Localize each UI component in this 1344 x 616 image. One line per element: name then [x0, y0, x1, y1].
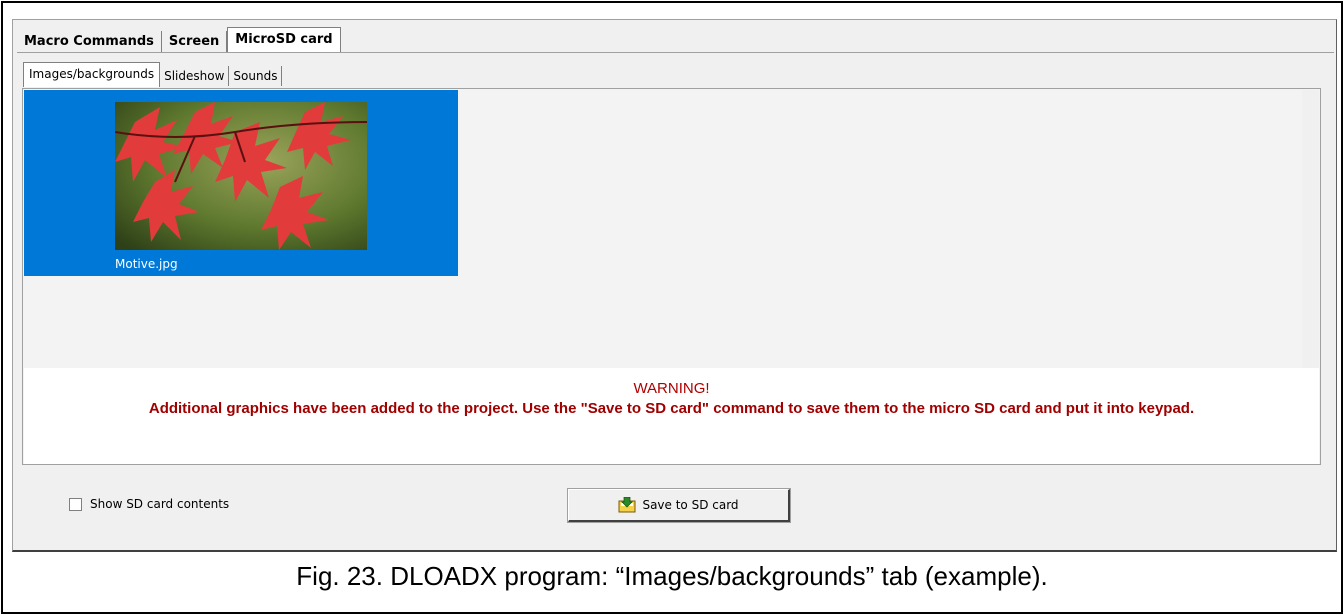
main-tab-bar: Macro Commands Screen MicroSD card [17, 27, 341, 53]
show-sd-contents-checkbox[interactable]: Show SD card contents [69, 497, 229, 511]
checkbox-label: Show SD card contents [90, 497, 230, 511]
image-thumbnail [115, 102, 367, 250]
warning-message: WARNING! Additional graphics have been a… [24, 368, 1319, 464]
tab-images-backgrounds[interactable]: Images/backgrounds [23, 62, 161, 87]
maple-leaves-picture [115, 102, 367, 250]
save-to-sd-icon [618, 497, 636, 513]
warning-text: Additional graphics have been added to t… [148, 400, 1195, 417]
tab-sounds[interactable]: Sounds [229, 66, 283, 86]
checkbox-box[interactable] [69, 497, 82, 511]
tab-macro-commands[interactable]: Macro Commands [17, 31, 162, 52]
figure-caption: Fig. 23. DLOADX program: “Images/backgro… [296, 561, 1048, 591]
tab-screen[interactable]: Screen [162, 31, 228, 52]
image-item-selected[interactable]: Motive.jpg [24, 90, 458, 276]
save-to-sd-label: Save to SD card [642, 498, 739, 512]
warning-title: WARNING! [633, 380, 710, 397]
bottom-bar: Show SD card contents Save to SD card [13, 467, 1336, 551]
tab-bar-divider [17, 52, 1334, 53]
dloadx-window: Macro Commands Screen MicroSD card Image… [12, 19, 1337, 552]
tab-slideshow[interactable]: Slideshow [160, 66, 230, 86]
tab-microsd-card[interactable]: MicroSD card [227, 27, 341, 53]
sub-tab-bar: Images/backgrounds Slideshow Sounds [23, 62, 283, 87]
save-to-sd-button[interactable]: Save to SD card [567, 488, 791, 523]
image-file-name: Motive.jpg [115, 257, 178, 271]
images-panel: Motive.jpg WARNING! Additional graphics … [22, 88, 1321, 465]
